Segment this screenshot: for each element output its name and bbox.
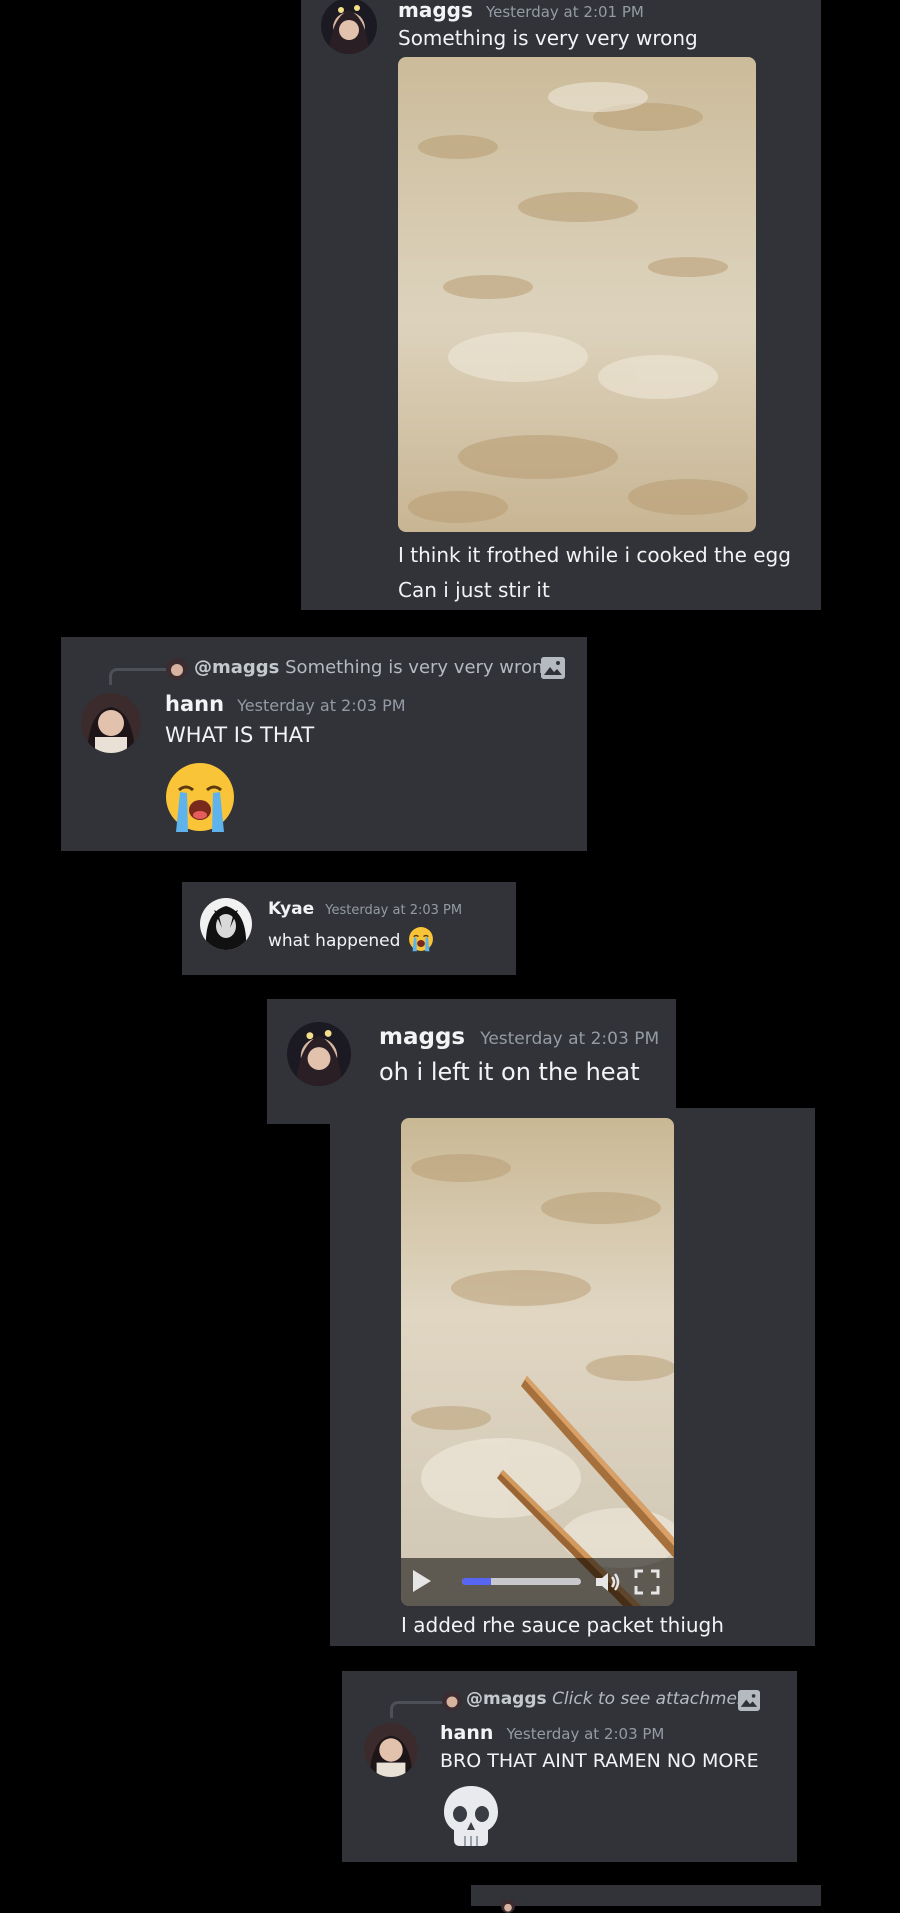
message-text: Something is very very wrong: [398, 26, 698, 50]
skull-emoji: [440, 1784, 502, 1850]
reply-username[interactable]: @maggs: [466, 1689, 547, 1709]
video-progress-fill: [462, 1578, 491, 1585]
message-text: oh i left it on the heat: [379, 1058, 640, 1086]
reply-avatar: [501, 1899, 515, 1913]
timestamp: Yesterday at 2:03 PM: [325, 903, 463, 918]
avatar-kyae[interactable]: [200, 898, 252, 950]
loudly-crying-face-emoji: [163, 760, 237, 834]
video-attachment[interactable]: [401, 1118, 674, 1606]
avatar-hann[interactable]: [364, 1723, 418, 1777]
message-card-hann-1: @maggs Something is very very wrong hann…: [61, 637, 587, 851]
message-card-video: I added rhe sauce packet thiugh: [330, 1108, 815, 1646]
message-card-partial: [471, 1885, 821, 1913]
message-card-kyae: Kyae Yesterday at 2:03 PM what happened: [182, 882, 516, 975]
message-text: I added rhe sauce packet thiugh: [401, 1613, 724, 1637]
image-icon: [541, 657, 565, 679]
message-card-hann-2: @maggs Click to see attachment hann Yest…: [342, 1671, 797, 1862]
avatar-maggs[interactable]: [287, 1022, 351, 1086]
username[interactable]: hann: [165, 692, 224, 716]
username[interactable]: maggs: [379, 1024, 465, 1050]
avatar-maggs[interactable]: [321, 0, 377, 54]
reply-text: Click to see attachment: [552, 1689, 755, 1709]
message-text: WHAT IS THAT: [165, 723, 315, 747]
message-text: BRO THAT AINT RAMEN NO MORE: [440, 1750, 759, 1772]
reply-avatar: [442, 1691, 462, 1711]
reply-preview[interactable]: @maggs Click to see attachment: [466, 1689, 754, 1709]
timestamp: Yesterday at 2:03 PM: [506, 1725, 665, 1743]
username[interactable]: Kyae: [268, 899, 314, 919]
timestamp: Yesterday at 2:01 PM: [485, 3, 644, 21]
loudly-crying-face-emoji: [408, 926, 434, 952]
image-attachment[interactable]: [398, 57, 756, 532]
reply-text: Something is very very wrong: [285, 657, 555, 678]
timestamp: Yesterday at 2:03 PM: [480, 1029, 660, 1049]
volume-icon[interactable]: [594, 1570, 622, 1594]
message-card-maggs-1: maggs Yesterday at 2:01 PM Something is …: [301, 0, 821, 610]
reply-spine: [109, 668, 166, 685]
message-text: what happened: [268, 931, 401, 951]
reply-preview[interactable]: @maggs Something is very very wrong: [194, 657, 555, 678]
avatar-hann[interactable]: [81, 693, 141, 753]
message-text: Can i just stir it: [398, 578, 550, 602]
image-icon: [738, 1690, 760, 1711]
fullscreen-icon[interactable]: [634, 1569, 660, 1595]
username[interactable]: maggs: [398, 0, 473, 22]
video-progress-bar[interactable]: [462, 1578, 581, 1585]
timestamp: Yesterday at 2:03 PM: [237, 696, 406, 715]
message-card-maggs-2: maggs Yesterday at 2:03 PM oh i left it …: [267, 999, 676, 1124]
username[interactable]: hann: [440, 1722, 493, 1744]
message-text: I think it frothed while i cooked the eg…: [398, 543, 791, 567]
reply-spine: [390, 1701, 443, 1718]
play-button[interactable]: [413, 1570, 431, 1592]
reply-avatar: [166, 658, 188, 680]
reply-username[interactable]: @maggs: [194, 657, 279, 678]
